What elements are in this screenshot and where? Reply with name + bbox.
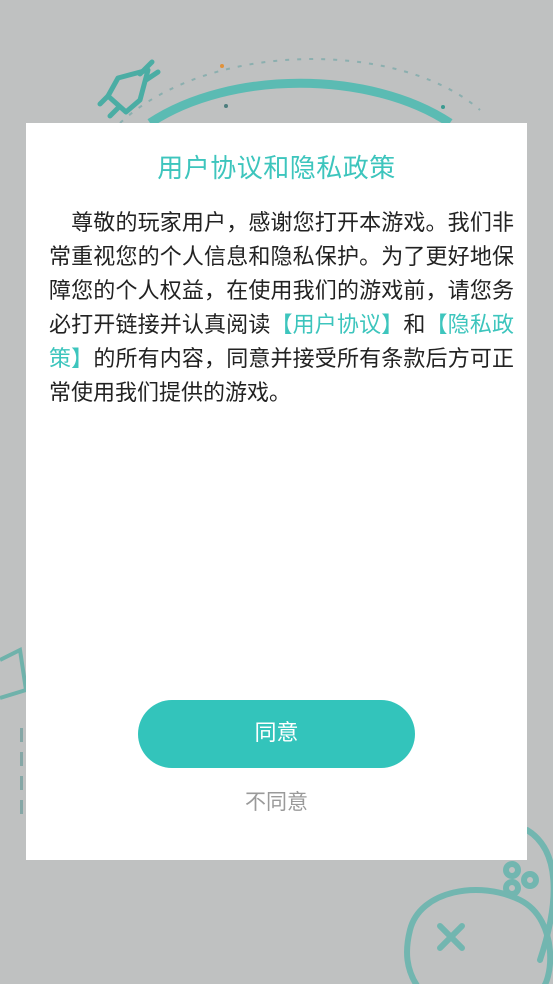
agree-button[interactable]: 同意: [138, 700, 415, 768]
dialog-title: 用户协议和隐私政策: [157, 154, 396, 184]
left-shape: [0, 646, 29, 700]
agreement-content: 尊敬的玩家用户，感谢您打开本游戏。我们非常重视您的个人信息和隐私保护。为了更好地…: [49, 207, 514, 411]
privacy-agreement-dialog: 用户协议和隐私政策 尊敬的玩家用户，感谢您打开本游戏。我们非常重视您的个人信息和…: [26, 123, 527, 860]
background-arc: [147, 78, 453, 127]
disagree-button[interactable]: 不同意: [26, 787, 527, 817]
content-text-and: 和: [403, 313, 426, 338]
content-text-outro: 的所有内容，同意并接受所有条款后方可正常使用我们提供的游戏。: [49, 347, 514, 406]
decor-dot: [441, 105, 445, 109]
rocket-icon: [97, 59, 161, 119]
user-agreement-link[interactable]: 【用户协议】: [270, 313, 403, 338]
decor-dot: [224, 104, 228, 108]
decor-dot: [220, 64, 224, 68]
